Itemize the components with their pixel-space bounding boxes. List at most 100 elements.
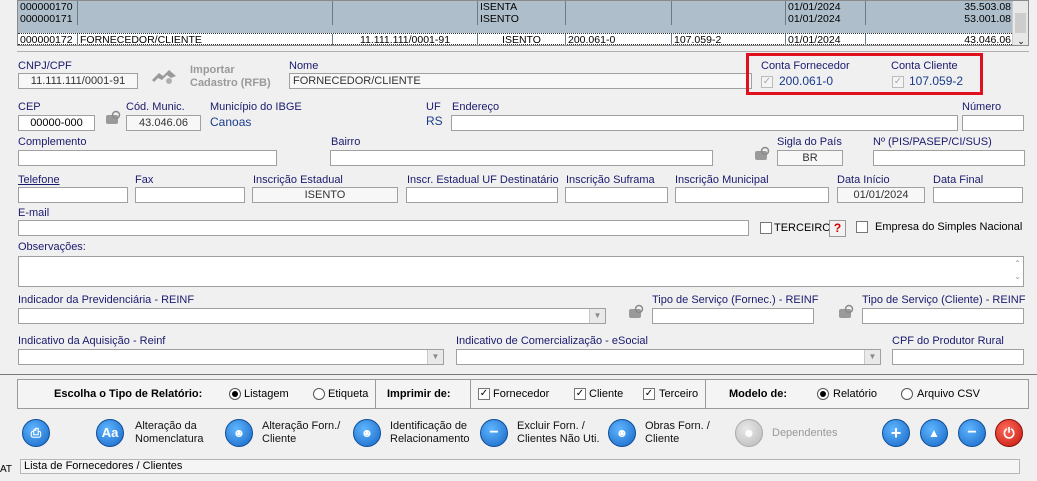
power-icon[interactable]: ⏻	[995, 419, 1023, 447]
conta-fornecedor-checkbox[interactable]: ✓	[761, 76, 773, 88]
table-row-selected[interactable]: 000000172 FORNECEDOR/CLIENTE 11.111.111/…	[18, 33, 1014, 45]
municipal-field[interactable]	[675, 187, 829, 203]
alteracao-nom-label-2[interactable]: Nomenclatura	[135, 433, 203, 446]
cep-field[interactable]: 00000-000	[18, 115, 95, 131]
complemento-label: Complemento	[18, 136, 87, 148]
comercializacao-select[interactable]: ▼	[456, 349, 881, 365]
tipo-serv-cli-field[interactable]	[862, 308, 1024, 324]
dependents-icon[interactable]: ☻	[735, 419, 763, 447]
tipo-serv-forn-field[interactable]	[652, 308, 814, 324]
bairro-field[interactable]	[330, 150, 713, 166]
prev-reinf-label: Indicador da Previdenciária - REINF	[18, 294, 195, 306]
cliente-checkbox[interactable]: ✓	[574, 388, 586, 400]
excluir-label-2[interactable]: Clientes Não Uti.	[517, 433, 600, 446]
search-serv-cli-icon[interactable]	[837, 304, 855, 323]
cep-label: CEP	[18, 101, 41, 113]
cell-cc: 107.059-2	[672, 34, 786, 45]
endereco-field[interactable]	[451, 115, 958, 131]
cpf-produtor-field[interactable]	[892, 349, 1024, 365]
prev-reinf-select[interactable]: ▼	[18, 308, 606, 324]
identificacao-label-1[interactable]: Identificação de	[390, 420, 467, 433]
data-final-field[interactable]	[933, 187, 1023, 203]
help-button[interactable]: ?	[829, 220, 846, 237]
users-icon[interactable]: ☻	[225, 419, 253, 447]
cell-date: 01/01/2024	[786, 34, 866, 45]
nome-field[interactable]: FORNECEDOR/CLIENTE	[289, 73, 752, 89]
ie-uf-dest-field[interactable]	[406, 187, 558, 203]
complemento-field[interactable]	[18, 150, 277, 166]
import-label-1[interactable]: Importar	[190, 64, 235, 76]
data-inicio-field[interactable]: 01/01/2024	[837, 187, 925, 203]
scrollbar-thumb[interactable]	[1015, 13, 1026, 33]
add-icon[interactable]: +	[882, 419, 910, 447]
etiqueta-label: Etiqueta	[328, 388, 369, 400]
email-field[interactable]	[18, 220, 749, 236]
pis-field[interactable]	[873, 150, 1025, 166]
cod-munic-label: Cód. Munic.	[126, 101, 185, 113]
obras-label-1[interactable]: Obras Forn. /	[645, 420, 710, 433]
table-row[interactable]: 000000171 ISENTO 01/01/2024 53.001.08	[18, 13, 1014, 25]
csv-radio[interactable]	[901, 388, 913, 400]
terceiro-label: TERCEIRO	[774, 222, 831, 234]
cod-munic-field[interactable]: 43.046.06	[126, 115, 201, 131]
conta-cliente-checkbox[interactable]: ✓	[892, 76, 904, 88]
numero-field[interactable]	[962, 115, 1024, 131]
chevron-down-icon[interactable]: ▼	[427, 350, 443, 364]
ie-uf-dest-label: Inscr. Estadual UF Destinatário	[407, 174, 559, 186]
chevron-down-icon[interactable]: ▼	[864, 350, 880, 364]
cell-cf	[566, 13, 672, 25]
import-label-2[interactable]: Cadastro (RFB)	[190, 77, 271, 89]
print-button[interactable]: ⎙	[22, 419, 50, 447]
identificacao-label-2[interactable]: Relacionamento	[390, 433, 470, 446]
relatorio-radio[interactable]	[817, 388, 829, 400]
fax-field[interactable]	[135, 187, 245, 203]
alteracao-forn-label-1[interactable]: Alteração Forn./	[262, 420, 340, 433]
nomenclature-button[interactable]: Aa	[96, 419, 124, 447]
alteracao-nom-label-1[interactable]: Alteração da	[135, 420, 197, 433]
telefone-field[interactable]	[18, 187, 128, 203]
alteracao-forn-label-2[interactable]: Cliente	[262, 433, 296, 446]
cnpj-label: CNPJ/CPF	[18, 60, 72, 72]
obs-textarea[interactable]: ⌃ ⌄	[18, 256, 1024, 287]
ie-field[interactable]: ISENTO	[252, 187, 398, 203]
search-serv-forn-icon[interactable]	[627, 304, 645, 323]
up-icon[interactable]: ▲	[920, 419, 948, 447]
records-grid[interactable]: 000000170 ISENTA 01/01/2024 35.503.08 00…	[17, 0, 1029, 46]
obras-icon[interactable]: ☻	[608, 419, 636, 447]
terceiro-checkbox[interactable]	[760, 222, 772, 234]
cnpj-field[interactable]: 11.111.111/0001-91	[18, 73, 138, 89]
import-rfb-icon[interactable]	[149, 66, 179, 88]
dependentes-label[interactable]: Dependentes	[772, 427, 837, 440]
search-cep-icon[interactable]	[104, 110, 122, 129]
excluir-label-1[interactable]: Excluir Forn. /	[517, 420, 585, 433]
conta-cliente-label: Conta Cliente	[891, 60, 958, 72]
cell-cf: 200.061-0	[566, 34, 672, 45]
simples-checkbox[interactable]	[856, 221, 868, 233]
divider	[0, 374, 1037, 375]
etiqueta-radio[interactable]	[313, 388, 325, 400]
numero-label: Número	[962, 101, 1002, 113]
minus-icon[interactable]: −	[958, 419, 986, 447]
terceiro-print-checkbox[interactable]: ✓	[643, 388, 655, 400]
chevron-down-icon[interactable]: ▼	[589, 309, 605, 323]
table-row[interactable]: 000000170 ISENTA 01/01/2024 35.503.08	[18, 1, 1014, 13]
cell-code: 000000170	[18, 1, 78, 13]
search-country-icon[interactable]	[753, 146, 771, 165]
aquisicao-select[interactable]: ▼	[18, 349, 444, 365]
sigla-pais-field[interactable]: BR	[777, 150, 843, 166]
data-final-label: Data Final	[933, 174, 984, 186]
grid-scrollbar[interactable]: ⌄	[1012, 1, 1028, 45]
cell-mun: 43.046.06	[866, 34, 1014, 45]
cell-doc	[333, 13, 478, 25]
cell-cf	[566, 1, 672, 13]
obs-scroll-icon[interactable]: ⌃ ⌄	[1014, 257, 1021, 283]
terceiro-print-label: Terceiro	[659, 388, 699, 400]
suframa-field[interactable]	[565, 187, 668, 203]
relationship-icon[interactable]: ☻	[353, 419, 381, 447]
obras-label-2[interactable]: Cliente	[645, 433, 679, 446]
cliente-label: Cliente	[589, 388, 624, 400]
listagem-radio[interactable]	[229, 388, 241, 400]
fornecedor-checkbox[interactable]: ✓	[478, 388, 490, 400]
remove-icon[interactable]: −	[480, 419, 508, 447]
scroll-down-icon[interactable]: ⌄	[1013, 35, 1028, 45]
